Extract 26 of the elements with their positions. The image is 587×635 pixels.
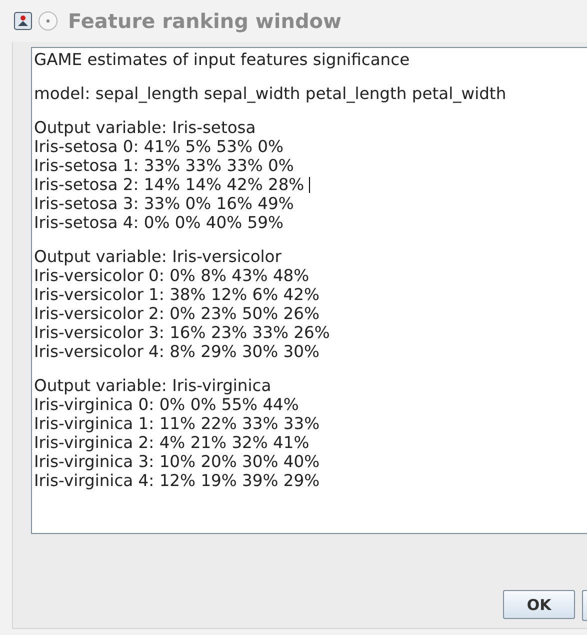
report-line: Iris-versicolor 0: 0% 8% 43% 48% — [34, 266, 310, 285]
radio-icon[interactable] — [38, 11, 58, 31]
report-line: Iris-versicolor 2: 0% 23% 50% 26% — [34, 304, 320, 323]
report-line: Output variable: Iris-virginica — [34, 376, 272, 395]
report-line: Iris-virginica 2: 4% 21% 32% 41% — [34, 433, 310, 452]
window-title: Feature ranking window — [68, 9, 342, 33]
report-line: Iris-virginica 0: 0% 0% 55% 44% — [34, 395, 299, 414]
report-line: Iris-setosa 0: 41% 5% 53% 0% — [34, 137, 284, 156]
report-line: Iris-versicolor 3: 16% 23% 33% 26% — [34, 323, 330, 342]
report-line: GAME estimates of input features significance — [34, 50, 411, 69]
report-line: Iris-setosa 4: 0% 0% 40% 59% — [34, 213, 284, 232]
java-app-icon[interactable] — [14, 12, 32, 30]
report-line: Iris-setosa 1: 33% 33% 33% 0% — [34, 156, 294, 175]
report-line: Iris-versicolor 4: 8% 29% 30% 30% — [34, 342, 320, 361]
report-line: model: sepal_length sepal_width petal_length petal_width — [34, 84, 508, 103]
report-line: Iris-setosa 3: 33% 0% 16% 49% — [34, 194, 294, 213]
ok-button[interactable]: OK — [503, 590, 575, 619]
report-line: Output variable: Iris-setosa — [34, 118, 257, 137]
report-line: Iris-virginica 4: 12% 19% 39% 29% — [34, 471, 320, 490]
report-text-area[interactable] — [31, 47, 587, 534]
report-line: Iris-setosa 2: 14% 14% 42% 28% — [34, 175, 306, 194]
report-line: Iris-versicolor 1: 38% 12% 6% 42% — [34, 285, 320, 304]
report-line: Iris-virginica 1: 11% 22% 33% 33% — [34, 414, 320, 433]
report-line: Iris-virginica 3: 10% 20% 30% 40% — [34, 452, 320, 471]
dialog-button[interactable] — [582, 590, 587, 621]
report-line: Output variable: Iris-versicolor — [34, 247, 282, 266]
